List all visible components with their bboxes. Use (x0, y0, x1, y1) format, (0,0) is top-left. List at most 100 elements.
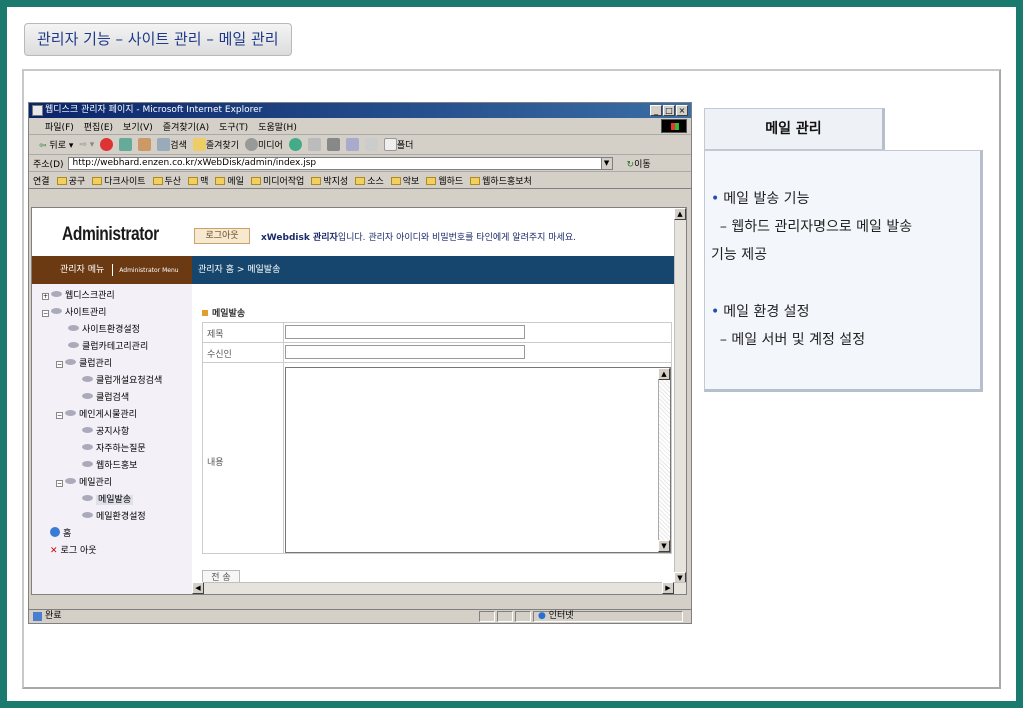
tree-item-site[interactable]: − 사이트관리 (42, 305, 106, 318)
stop-icon[interactable] (100, 138, 114, 151)
minimize-button[interactable]: _ (650, 105, 662, 116)
folder-icon (92, 176, 103, 185)
folder-icon (188, 176, 199, 185)
tree-node-icon (82, 495, 93, 501)
link-item[interactable]: 박지성 (311, 174, 348, 187)
breadcrumb: 관리자 홈 > 메일발송 (192, 256, 676, 284)
zone-indicator: ● 인터넷 (533, 611, 683, 622)
link-item[interactable]: 미디어작업 (250, 174, 304, 187)
print-icon[interactable] (326, 138, 340, 151)
refresh-icon[interactable] (119, 138, 133, 151)
tree-item-club[interactable]: − 클럽관리 (56, 356, 112, 369)
window-title: 웹디스크 관리자 페이지 - Microsoft Internet Explor… (45, 105, 263, 115)
menu-view[interactable]: 보기(V) (123, 120, 153, 133)
home-icon[interactable] (138, 138, 152, 151)
scroll-up-button[interactable]: ▲ (674, 208, 686, 220)
folder-icon (311, 176, 322, 185)
folder-icon (470, 176, 481, 185)
link-item[interactable]: 악보 (390, 174, 419, 187)
tree-node-icon (51, 291, 62, 297)
content-textarea[interactable]: ▲ ▼ (285, 367, 671, 553)
page-icon (33, 612, 42, 621)
tree-item-faq[interactable]: 자주하는질문 (82, 441, 146, 454)
tree-item-mail-send[interactable]: 메일발송 (82, 492, 134, 505)
menu-tools[interactable]: 도구(T) (219, 120, 248, 133)
scroll-right-button[interactable]: ▶ (662, 582, 674, 594)
search-icon (157, 138, 171, 151)
textarea-scrollbar[interactable]: ▲ ▼ (658, 368, 670, 552)
windows-logo-icon (661, 119, 687, 133)
tree-item-main-board[interactable]: − 메인게시물관리 (56, 407, 137, 420)
folder-icon (152, 176, 163, 185)
mail-icon[interactable] (307, 138, 321, 151)
folder-icon (250, 176, 261, 185)
folder-button[interactable]: 폴더 (383, 138, 413, 151)
subject-input[interactable] (285, 325, 525, 339)
logout-button[interactable]: 로그아웃 (194, 228, 250, 244)
discuss-icon[interactable] (364, 138, 378, 151)
favorites-icon (192, 138, 206, 151)
tree-item-mail-env[interactable]: 메일환경설정 (82, 509, 146, 522)
description-panel: • 메일 발송 기능 – 웹하드 관리자명으로 메일 발송 기능 제공 • 메일 환… (704, 150, 983, 392)
link-item[interactable]: 맥 (188, 174, 208, 187)
link-item[interactable]: 웹하드 (426, 174, 463, 187)
page-vertical-scrollbar[interactable]: ▲ ▼ (674, 208, 686, 584)
tree-item-site-env[interactable]: 사이트환경설정 (68, 322, 140, 335)
forward-button[interactable]: ⇨ ▾ (79, 140, 94, 150)
link-item[interactable]: 소스 (355, 174, 384, 187)
menu-edit[interactable]: 편집(E) (84, 120, 113, 133)
home-icon (50, 527, 60, 537)
tree-item-home[interactable]: 홈 (50, 526, 71, 539)
tree-item-notice[interactable]: 공지사항 (82, 424, 129, 437)
go-button[interactable]: ↻이동 (627, 157, 651, 170)
edit-icon[interactable] (345, 138, 359, 151)
link-item[interactable]: 다크사이트 (92, 174, 146, 187)
tree-item-web-disk[interactable]: + 웹디스크관리 (42, 288, 115, 301)
close-button[interactable]: × (676, 105, 688, 116)
scroll-down-button[interactable]: ▼ (658, 540, 670, 552)
folder-icon (383, 138, 397, 151)
tree-item-mail[interactable]: − 메일관리 (56, 475, 112, 488)
back-button[interactable]: ⇦ 뒤로 ▾ (39, 138, 73, 151)
address-dropdown-button[interactable]: ▼ (600, 156, 613, 170)
folder-icon (215, 176, 226, 185)
scroll-up-button[interactable]: ▲ (658, 368, 670, 380)
feature-detail: – 메일 서버 및 계정 설정 (711, 332, 866, 348)
tree-item-club-request[interactable]: 클럽개설요청검색 (82, 373, 162, 386)
link-item[interactable]: 공구 (56, 174, 85, 187)
search-button[interactable]: 검색 (157, 138, 187, 151)
mail-section-title: 메일발송 (202, 306, 245, 319)
subject-label: 제목 (207, 330, 224, 340)
feature-item: • 메일 발송 기능 (711, 191, 810, 207)
menu-help[interactable]: 도움말(H) (258, 120, 297, 133)
link-item[interactable]: 웹하드홍보처 (470, 174, 532, 187)
maximize-button[interactable]: □ (663, 105, 675, 116)
tree-node-icon (82, 427, 93, 433)
favorites-button[interactable]: 즐겨찾기 (192, 138, 239, 151)
tree-item-logout[interactable]: ✕ 로그 아웃 (50, 543, 97, 556)
tree-node-icon (68, 325, 79, 331)
media-button[interactable]: 미디어 (244, 138, 283, 151)
menu-bar: 파일(F) 편집(E) 보기(V) 즐겨찾기(A) 도구(T) 도움말(H) (29, 118, 691, 135)
link-item[interactable]: 메일 (215, 174, 244, 187)
tree-item-club-category[interactable]: 클럽카테고리관리 (68, 339, 148, 352)
browser-titlebar: 웹디스크 관리자 페이지 - Microsoft Internet Explor… (29, 103, 691, 118)
menu-file[interactable]: 파일(F) (45, 120, 74, 133)
tree-node-icon (82, 512, 93, 518)
folder-icon (355, 176, 366, 185)
link-item[interactable]: 두산 (152, 174, 181, 187)
menu-favorites[interactable]: 즐겨찾기(A) (163, 120, 209, 133)
address-bar: 주소(D) http://webhard.enzen.co.kr/xWebDis… (29, 155, 691, 172)
tree-item-club-search[interactable]: 클럽검색 (82, 390, 129, 403)
page-horizontal-scrollbar[interactable]: ◀ ▶ (192, 582, 686, 594)
tree-node-icon (82, 376, 93, 382)
links-bar: 연결 공구 다크사이트 두산 맥 메일 미디어작업 박지성 소스 악보 웹하드 … (29, 172, 691, 189)
address-input[interactable]: http://webhard.enzen.co.kr/xWebDisk/admi… (67, 156, 613, 170)
scroll-left-button[interactable]: ◀ (192, 582, 204, 594)
feature-detail: – 웹하드 관리자명으로 메일 발송 (711, 219, 913, 235)
history-icon[interactable] (288, 138, 302, 151)
tree-node-icon (82, 461, 93, 467)
recipient-input[interactable] (285, 345, 525, 359)
tree-item-promo[interactable]: 웹하드홍보 (82, 458, 137, 471)
admin-menu-header: 관리자 메뉴 Administrator Menu (32, 256, 192, 284)
